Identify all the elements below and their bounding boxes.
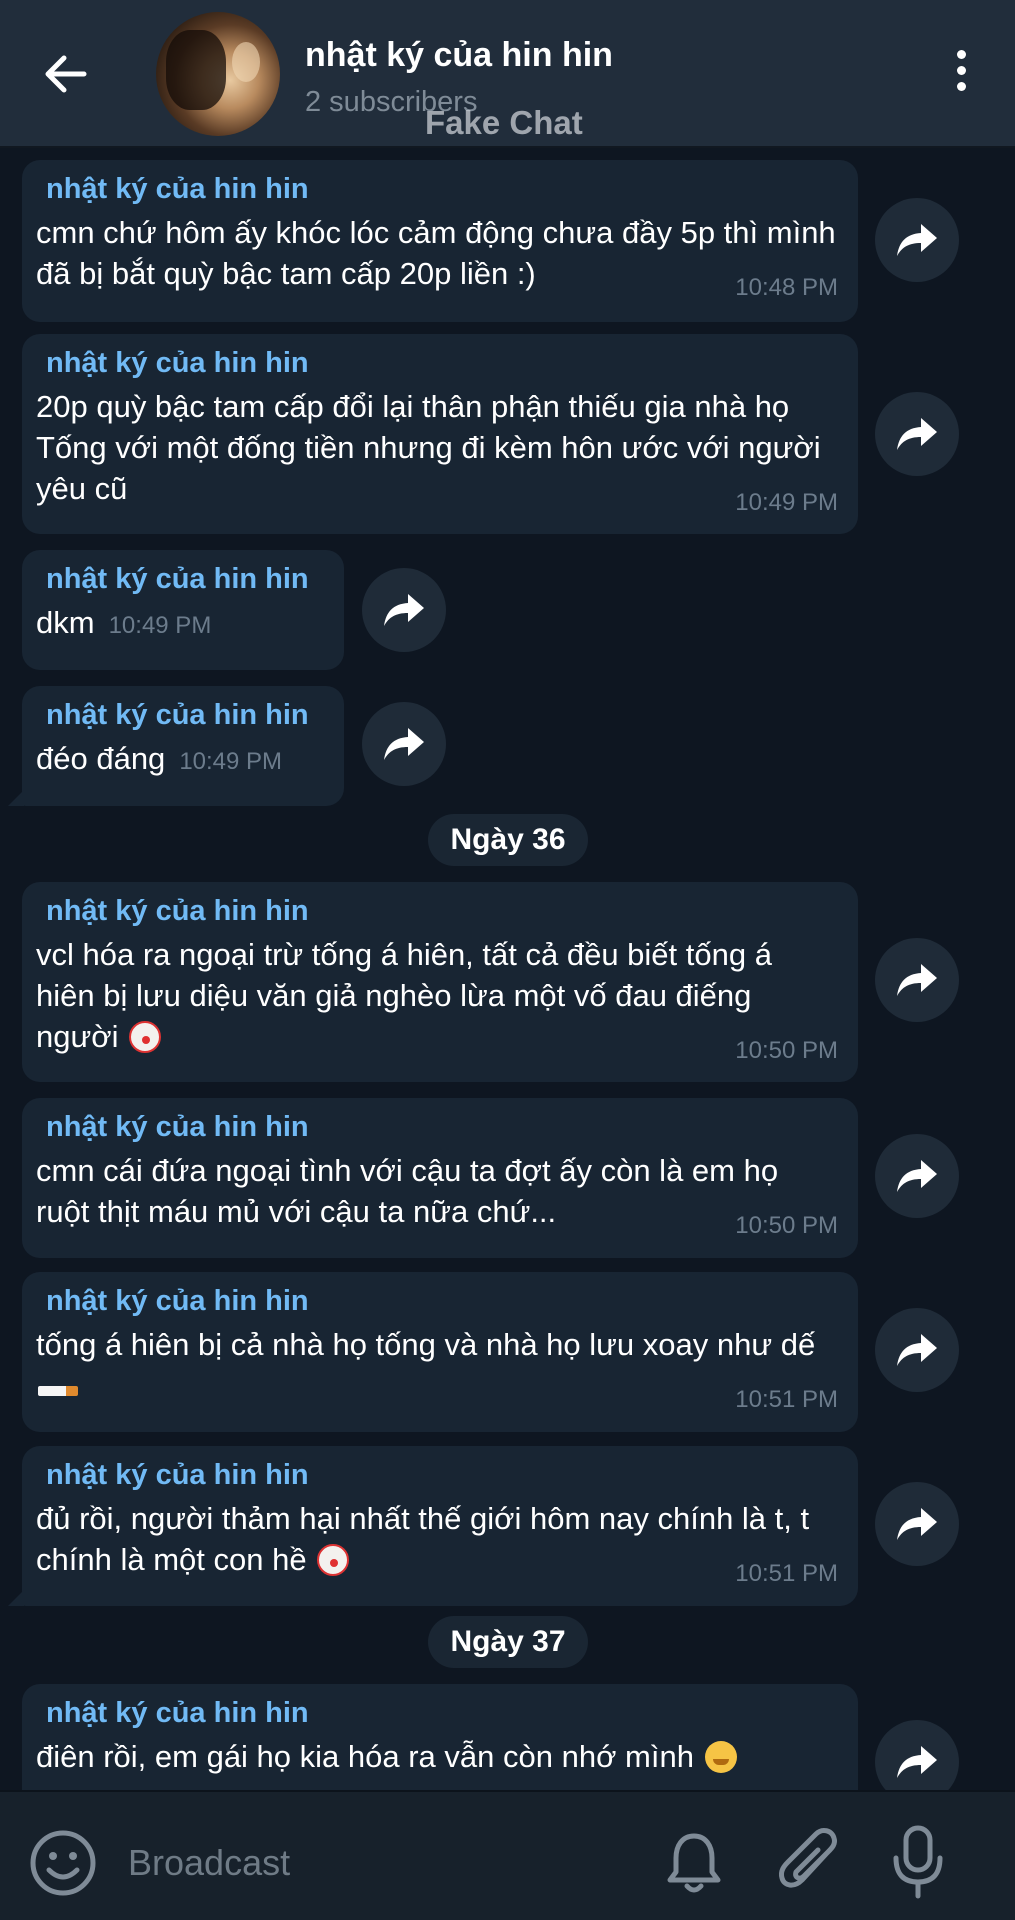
share-arrow-icon <box>897 1334 937 1366</box>
message-text: vcl hóa ra ngoại trừ tống á hiên, tất cả… <box>36 934 838 1064</box>
forward-button[interactable] <box>875 1134 959 1218</box>
forward-button[interactable] <box>875 392 959 476</box>
message-time: 10:51 PM <box>735 1386 838 1413</box>
share-arrow-icon <box>897 224 937 256</box>
microphone-icon[interactable] <box>888 1822 948 1902</box>
back-arrow-icon[interactable] <box>36 44 96 104</box>
message-time: 10:50 PM <box>735 1212 838 1239</box>
message-sender[interactable]: nhật ký của hin hin <box>36 1284 838 1318</box>
message-text: đủ rồi, người thảm hại nhất thế giới hôm… <box>36 1498 838 1587</box>
message-sender[interactable]: nhật ký của hin hin <box>36 346 838 380</box>
message-time: 10:49 PM <box>108 612 212 639</box>
channel-title[interactable]: nhật ký của hin hin <box>305 36 613 75</box>
more-vert-icon[interactable] <box>945 50 977 102</box>
forward-button[interactable] <box>875 1482 959 1566</box>
date-separator: Ngày 37 <box>428 1616 588 1668</box>
share-arrow-icon <box>897 1508 937 1540</box>
message-text: cmn cái đứa ngoại tình với cậu ta đợt ấy… <box>36 1150 838 1239</box>
message-bubble[interactable]: nhật ký của hin hin điên rồi, em gái họ … <box>22 1684 858 1790</box>
paperclip-icon[interactable] <box>774 1824 844 1900</box>
message-text: cmn chứ hôm ấy khóc lóc cảm động chưa đầ… <box>36 212 838 301</box>
forward-button[interactable] <box>362 568 446 652</box>
forward-button[interactable] <box>875 938 959 1022</box>
message-time: 10:50 PM <box>735 1037 838 1064</box>
smile-icon[interactable] <box>28 1828 98 1898</box>
composer-bar <box>0 1790 1015 1920</box>
message-sender[interactable]: nhật ký của hin hin <box>36 698 324 732</box>
message-sender[interactable]: nhật ký của hin hin <box>36 1110 838 1144</box>
message-time: 10:49 PM <box>735 489 838 516</box>
share-arrow-icon <box>897 964 937 996</box>
message-sender[interactable]: nhật ký của hin hin <box>36 1696 838 1730</box>
message-sender[interactable]: nhật ký của hin hin <box>36 562 324 596</box>
message-time: 10:49 PM <box>179 748 283 775</box>
message-bubble[interactable]: nhật ký của hin hin 20p quỳ bậc tam cấp … <box>22 334 858 534</box>
date-separator: Ngày 36 <box>428 814 588 866</box>
share-arrow-icon <box>384 594 424 626</box>
bell-icon[interactable] <box>664 1828 724 1898</box>
share-arrow-icon <box>897 1160 937 1192</box>
message-text: điên rồi, em gái họ kia hóa ra vẫn còn n… <box>36 1736 838 1777</box>
chat-header: nhật ký của hin hin 2 subscribers Fake C… <box>0 0 1015 148</box>
share-arrow-icon <box>897 1746 937 1778</box>
message-sender[interactable]: nhật ký của hin hin <box>36 172 838 206</box>
share-arrow-icon <box>897 418 937 450</box>
hugging-face-icon <box>704 1741 737 1773</box>
share-arrow-icon <box>384 728 424 760</box>
forward-button[interactable] <box>875 1308 959 1392</box>
forward-button[interactable] <box>875 198 959 282</box>
forward-button[interactable] <box>362 702 446 786</box>
cigarette-icon <box>38 1386 78 1396</box>
clown-face-icon <box>129 1021 162 1053</box>
clown-face-icon <box>317 1544 350 1576</box>
message-text: 20p quỳ bậc tam cấp đổi lại thân phận th… <box>36 386 838 516</box>
message-bubble[interactable]: nhật ký của hin hin vcl hóa ra ngoại trừ… <box>22 882 858 1082</box>
message-text: đéo đáng 10:49 PM <box>36 741 283 776</box>
message-bubble[interactable]: nhật ký của hin hin cmn cái đứa ngoại tì… <box>22 1098 858 1258</box>
watermark: Fake Chat <box>425 104 583 141</box>
message-sender[interactable]: nhật ký của hin hin <box>36 1458 838 1492</box>
message-sender[interactable]: nhật ký của hin hin <box>36 894 838 928</box>
message-bubble[interactable]: nhật ký của hin hin tống á hiên bị cả nh… <box>22 1272 858 1432</box>
message-bubble[interactable]: nhật ký của hin hin dkm 10:49 PM <box>22 550 344 670</box>
channel-avatar[interactable] <box>156 12 280 136</box>
forward-button[interactable] <box>875 1720 959 1790</box>
message-list[interactable]: nhật ký của hin hin cmn chứ hôm ấy khóc … <box>0 148 1015 1790</box>
message-text: tống á hiên bị cả nhà họ tống và nhà họ … <box>36 1324 838 1413</box>
message-bubble[interactable]: nhật ký của hin hin đéo đáng 10:49 PM <box>22 686 344 806</box>
message-bubble[interactable]: nhật ký của hin hin cmn chứ hôm ấy khóc … <box>22 160 858 322</box>
broadcast-input[interactable] <box>126 1832 630 1894</box>
message-text: dkm 10:49 PM <box>36 605 212 640</box>
message-bubble[interactable]: nhật ký của hin hin đủ rồi, người thảm h… <box>22 1446 858 1606</box>
message-time: 10:51 PM <box>735 1560 838 1587</box>
message-time: 10:48 PM <box>735 274 838 301</box>
